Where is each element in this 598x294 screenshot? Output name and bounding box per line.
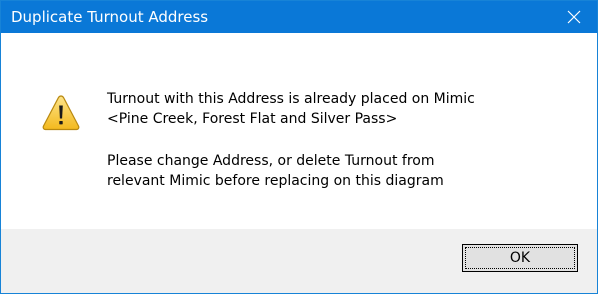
title-bar[interactable]: Duplicate Turnout Address (1, 1, 597, 33)
message-line-2: <Pine Creek, Forest Flat and Silver Pass… (107, 111, 398, 127)
message-line-3: Please change Address, or delete Turnout… (107, 153, 435, 169)
window-title: Duplicate Turnout Address (11, 8, 209, 26)
button-bar: OK (1, 229, 597, 293)
message-line-1: Turnout with this Address is already pla… (107, 91, 475, 107)
ok-button[interactable]: OK (462, 244, 578, 272)
dialog-content: Turnout with this Address is already pla… (1, 33, 597, 229)
close-icon (567, 10, 581, 24)
message-line-4: relevant Mimic before replacing on this … (107, 173, 444, 189)
ok-button-label: OK (465, 247, 575, 269)
close-button[interactable] (551, 1, 597, 33)
message-dialog: Duplicate Turnout Address Turnout with t… (0, 0, 598, 294)
warning-icon (42, 95, 80, 131)
